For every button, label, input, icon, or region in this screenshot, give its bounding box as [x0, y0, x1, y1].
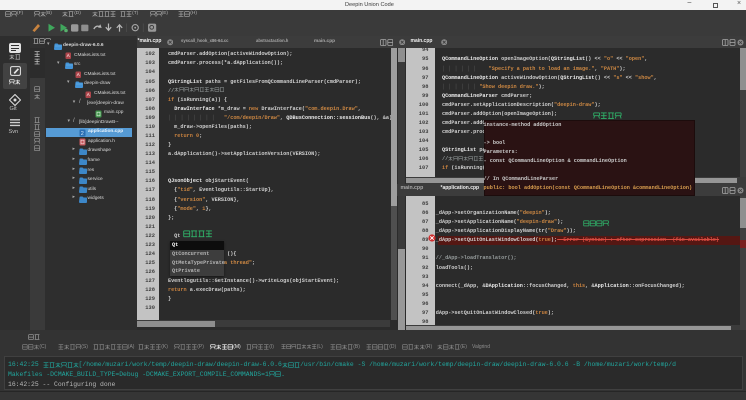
svg-text:2: 2: [81, 131, 84, 137]
